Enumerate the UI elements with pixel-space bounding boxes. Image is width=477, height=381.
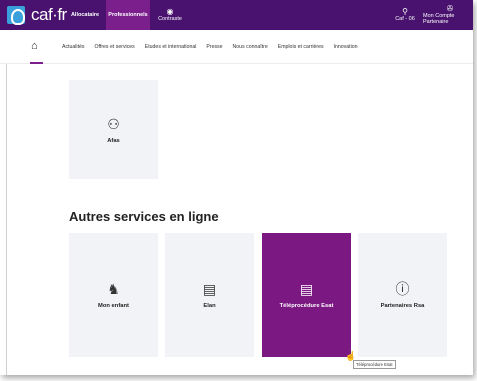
home-active-indicator (30, 62, 43, 64)
subnav-item-offres[interactable]: Offres et services (95, 44, 135, 50)
service-card-label: Afas (107, 137, 120, 144)
partner-account-label: Mon Compte Partenaire (423, 13, 455, 25)
document-icon: ▤ (202, 281, 217, 297)
contrast-toggle[interactable]: ◉ Contraste (152, 0, 188, 30)
service-card-label: Téléprocédure Esat (279, 303, 334, 309)
secondary-nav-items: Actualités Offres et services Etudes et … (62, 30, 358, 64)
content-divider (6, 64, 7, 375)
network-person-icon: ⚇ (107, 115, 120, 132)
service-card-afas[interactable]: ⚇ Afas (69, 80, 158, 179)
rocking-horse-icon: ♞ (107, 281, 120, 297)
secondary-nav: ⌂ Actualités Offres et services Etudes e… (0, 30, 473, 64)
caf-logo-text: caf·fr (31, 5, 67, 24)
caf-logo-icon (7, 6, 25, 25)
service-card-mon-enfant[interactable]: ♞ Mon enfant (69, 233, 158, 357)
tooltip: Téléprocédure Esat (353, 360, 396, 369)
service-card-label: Elan (203, 303, 216, 309)
service-card-elan[interactable]: ▤ Elan (165, 233, 254, 357)
subnav-item-actualites[interactable]: Actualités (62, 44, 85, 50)
info-icon: ⓘ (395, 281, 410, 297)
eye-icon: ◉ (166, 7, 174, 16)
location-pin-icon: ⚲ (402, 7, 408, 16)
tab-allocataire[interactable]: Allocataire (66, 0, 104, 30)
browser-viewport: caf·fr Allocataire Professionnels ◉ Cont… (0, 0, 473, 375)
caf-label: Caf - 06 (395, 16, 415, 22)
subnav-item-presse[interactable]: Presse (206, 44, 222, 50)
section-title: Autres services en ligne (69, 209, 219, 224)
handshake-icon: ✇ (446, 4, 454, 13)
subnav-item-innovation[interactable]: Innovation (334, 44, 358, 50)
subnav-item-etudes[interactable]: Etudes et international (145, 44, 197, 50)
subnav-item-nous-connaitre[interactable]: Nous connaître (233, 44, 268, 50)
service-card-label: Partenaires Rsa (380, 303, 425, 309)
partner-account-link[interactable]: ✇ Mon Compte Partenaire (423, 0, 473, 30)
tab-professionnels[interactable]: Professionnels (106, 0, 150, 30)
home-icon[interactable]: ⌂ (31, 40, 38, 52)
top-bar: caf·fr Allocataire Professionnels ◉ Cont… (0, 0, 473, 30)
service-card-label: Mon enfant (98, 303, 129, 309)
caf-logo[interactable]: caf·fr (7, 5, 67, 25)
form-icon: ▤ (299, 281, 314, 297)
caf-selector[interactable]: ⚲ Caf - 06 (387, 0, 423, 30)
contrast-label: Contraste (158, 16, 182, 22)
subnav-item-emplois[interactable]: Emplois et carrières (278, 44, 324, 50)
service-card-teleprocedure-esat[interactable]: ▤ Téléprocédure Esat (262, 233, 351, 357)
service-card-partenaires-rsa[interactable]: ⓘ Partenaires Rsa (358, 233, 447, 357)
